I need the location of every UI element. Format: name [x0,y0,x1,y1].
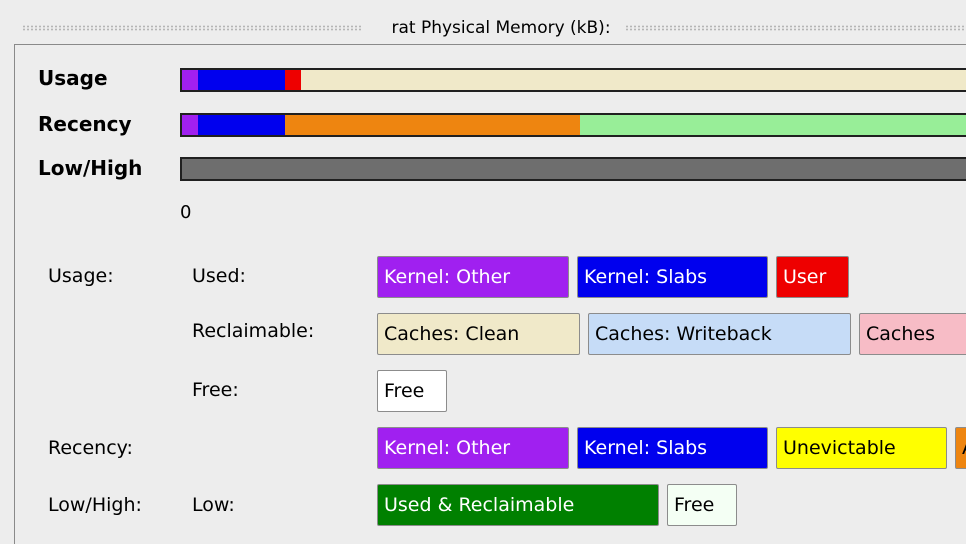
chip-caches-clean: Caches: Clean [377,313,580,355]
chip-low-used-reclaimable: Used & Reclaimable [377,484,659,526]
chip-caches-other: Caches [859,313,966,355]
title-grip-right [624,25,966,31]
chip-low-free: Free [667,484,737,526]
title-grip-left [22,25,364,31]
legend-low-label: Low: [192,494,235,516]
legend-lowhigh-label: Low/High: [48,494,142,516]
orange-segment [285,115,580,135]
panel-title: rat Physical Memory (kB): [391,18,611,38]
legend-free-label: Free: [192,379,239,401]
user-segment [285,70,302,90]
green-segment [579,115,966,135]
legend-used-label: Used: [192,265,246,287]
kernel-other-segment [182,70,198,90]
legend-reclaimable-label: Reclaimable: [192,320,315,342]
lowhigh-bar [180,157,966,181]
chip-recency-unevictable: Unevictable [776,427,947,469]
chip-recency-kernel-other: Kernel: Other [377,427,569,469]
kernel-slabs-segment [197,70,286,90]
gray-segment [182,159,966,179]
kernel-other-segment [182,115,198,135]
chip-caches-writeback: Caches: Writeback [588,313,851,355]
lowhigh-row-label: Low/High [38,156,143,180]
chip-used-kernel-other: Kernel: Other [377,256,569,298]
usage-row-label: Usage [38,66,108,90]
axis-zero-label: 0 [180,202,192,223]
legend-recency-label: Recency: [48,437,133,459]
kernel-slabs-segment [197,115,286,135]
chip-recency-active: A [955,427,966,469]
usage-bar [180,68,966,92]
recency-row-label: Recency [38,112,132,136]
panel-title-bar: rat Physical Memory (kB): [14,14,966,42]
caches-clean-segment [301,70,966,90]
chip-free: Free [377,370,447,412]
chip-recency-kernel-slabs: Kernel: Slabs [577,427,768,469]
chip-used-user: User [776,256,849,298]
recency-bar [180,113,966,137]
legend-usage-label: Usage: [48,265,114,287]
chip-used-kernel-slabs: Kernel: Slabs [577,256,768,298]
